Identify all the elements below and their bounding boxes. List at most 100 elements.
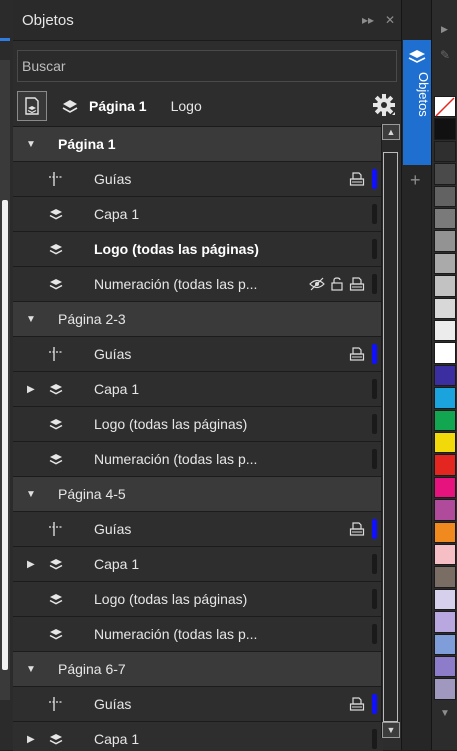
gear-icon <box>373 94 395 116</box>
print-icon[interactable] <box>349 347 365 361</box>
layer-color-indicator[interactable] <box>372 589 377 609</box>
color-swatch[interactable] <box>434 275 456 297</box>
expand-caret-icon[interactable]: ▶ <box>27 384 35 395</box>
layer-color-indicator[interactable] <box>372 519 377 539</box>
layer-color-indicator[interactable] <box>372 554 377 574</box>
layer-icon <box>48 731 64 747</box>
page-label: Página 4-5 <box>58 486 126 502</box>
layer-row[interactable]: Numeración (todas las p... <box>13 267 383 302</box>
layer-row[interactable]: ▶ Capa 1 <box>13 722 383 751</box>
layer-row[interactable]: Guías <box>13 687 383 722</box>
layer-row[interactable]: Numeración (todas las p... <box>13 442 383 477</box>
palette-scroll-up-arrow[interactable]: ▶ <box>441 24 448 35</box>
color-swatch[interactable] <box>434 476 456 499</box>
expand-caret-icon[interactable]: ▼ <box>26 139 36 150</box>
color-swatch[interactable] <box>434 656 456 678</box>
layer-color-indicator[interactable] <box>372 729 377 749</box>
page-row[interactable]: ▼ Página 4-5 <box>13 477 383 512</box>
expand-caret-icon[interactable]: ▼ <box>26 489 36 500</box>
color-swatch[interactable] <box>434 252 456 275</box>
print-icon[interactable] <box>349 277 365 291</box>
page-row[interactable]: ▼ Página 1 <box>13 127 383 162</box>
color-swatch[interactable] <box>434 544 456 566</box>
panel-toolbar: Página 1 Logo <box>13 87 401 125</box>
print-icon[interactable] <box>349 697 365 711</box>
layer-color-indicator[interactable] <box>372 414 377 434</box>
add-docker-button[interactable]: + <box>410 170 421 191</box>
guides-icon <box>48 521 64 537</box>
layer-color-indicator[interactable] <box>372 204 377 224</box>
page-row[interactable]: ▼ Página 2-3 <box>13 302 383 337</box>
layer-row[interactable]: Numeración (todas las p... <box>13 617 383 652</box>
layer-color-indicator[interactable] <box>372 169 377 189</box>
layer-color-indicator[interactable] <box>372 379 377 399</box>
layer-row[interactable]: Guías <box>13 337 383 372</box>
layer-row[interactable]: Logo (todas las páginas) <box>13 232 383 267</box>
color-swatch[interactable] <box>434 588 456 611</box>
color-swatch[interactable] <box>434 297 456 319</box>
scroll-down-arrow[interactable]: ▼ <box>382 722 400 738</box>
layer-row[interactable]: Capa 1 <box>13 197 383 232</box>
print-icon[interactable] <box>349 172 365 186</box>
color-swatch[interactable] <box>434 633 456 655</box>
expand-caret-icon[interactable]: ▶ <box>27 734 35 745</box>
eye-hidden-icon[interactable] <box>309 277 325 291</box>
page-label: Página 2-3 <box>58 311 126 327</box>
layer-row[interactable]: Logo (todas las páginas) <box>13 582 383 617</box>
layer-stack-icon <box>62 100 78 113</box>
layer-color-indicator[interactable] <box>372 449 377 469</box>
color-swatch[interactable] <box>434 163 456 185</box>
layer-label: Guías <box>94 696 132 712</box>
color-swatch[interactable] <box>434 409 456 431</box>
layer-label: Logo (todas las páginas) <box>94 241 259 257</box>
color-swatch[interactable] <box>434 454 456 476</box>
expand-caret-icon[interactable]: ▼ <box>26 314 36 325</box>
lock-open-icon[interactable] <box>329 277 345 291</box>
eyedropper-icon[interactable]: ✎ <box>440 48 450 62</box>
color-swatch[interactable] <box>434 387 456 409</box>
scroll-up-arrow[interactable]: ▲ <box>382 124 400 140</box>
color-swatch[interactable] <box>434 208 456 230</box>
layer-row[interactable]: Guías <box>13 512 383 547</box>
page-row[interactable]: ▼ Página 6-7 <box>13 652 383 687</box>
color-swatch[interactable] <box>434 96 456 118</box>
color-swatch[interactable] <box>434 499 456 521</box>
color-swatch[interactable] <box>434 364 456 387</box>
layer-color-indicator[interactable] <box>372 274 377 294</box>
panel-options-button[interactable] <box>371 92 397 118</box>
objects-docker-tab[interactable]: Objetos <box>403 40 431 165</box>
tree-scrollbar[interactable]: ▲ ▼ <box>381 124 400 738</box>
color-swatch[interactable] <box>434 185 456 207</box>
scroll-thumb[interactable] <box>383 152 398 722</box>
color-swatch[interactable] <box>434 678 456 700</box>
color-swatch[interactable] <box>434 118 456 140</box>
object-tree: ▼ Página 1 Guías Capa 1 Logo (todas las pági… <box>13 126 383 751</box>
layer-row[interactable]: Logo (todas las páginas) <box>13 407 383 442</box>
layer-label: Numeración (todas las p... <box>94 626 258 642</box>
color-swatch[interactable] <box>434 432 456 454</box>
expand-caret-icon[interactable]: ▼ <box>26 664 36 675</box>
layer-row[interactable]: ▶ Capa 1 <box>13 547 383 582</box>
layer-label: Capa 1 <box>94 206 140 222</box>
page-view-button[interactable] <box>17 91 47 121</box>
print-icon[interactable] <box>349 522 365 536</box>
layer-row[interactable]: ▶ Capa 1 <box>13 372 383 407</box>
search-input[interactable] <box>18 57 396 75</box>
layer-color-indicator[interactable] <box>372 624 377 644</box>
color-swatch[interactable] <box>434 230 456 252</box>
layer-color-indicator[interactable] <box>372 239 377 259</box>
layer-icon <box>48 451 64 467</box>
color-swatch[interactable] <box>434 320 456 342</box>
collapse-panel-button[interactable]: ▸▸ <box>357 13 379 27</box>
expand-caret-icon[interactable]: ▶ <box>27 559 35 570</box>
color-swatch[interactable] <box>434 140 456 163</box>
color-swatch[interactable] <box>434 342 456 364</box>
layer-color-indicator[interactable] <box>372 694 377 714</box>
close-panel-button[interactable]: ✕ <box>379 13 401 27</box>
palette-scroll-down-arrow[interactable]: ▼ <box>440 708 450 719</box>
layer-color-indicator[interactable] <box>372 344 377 364</box>
color-swatch[interactable] <box>434 521 456 543</box>
layer-row[interactable]: Guías <box>13 162 383 197</box>
color-swatch[interactable] <box>434 566 456 588</box>
color-swatch[interactable] <box>434 611 456 633</box>
